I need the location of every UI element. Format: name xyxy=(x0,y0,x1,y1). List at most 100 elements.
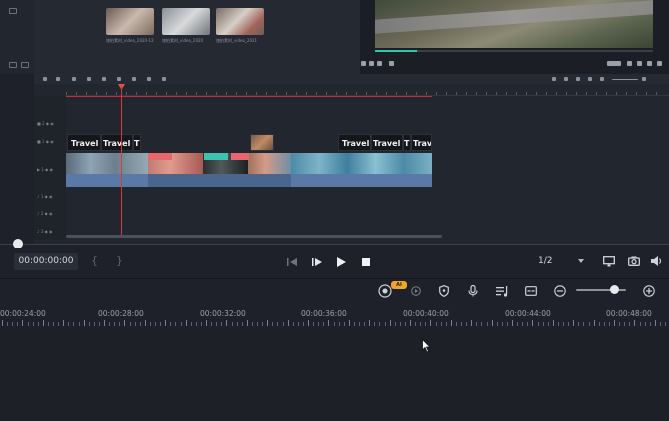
next-frame-icon[interactable] xyxy=(377,61,382,66)
delete-icon[interactable] xyxy=(72,77,76,81)
ruler-tick xyxy=(359,322,360,326)
display-button[interactable] xyxy=(602,254,616,268)
image-clip[interactable] xyxy=(250,134,274,151)
shield-button[interactable] xyxy=(437,284,451,298)
play-icon[interactable] xyxy=(369,61,374,66)
screen-icon[interactable] xyxy=(627,61,632,66)
mic-icon[interactable] xyxy=(576,77,580,81)
media-thumbnail[interactable] xyxy=(216,8,264,35)
ruler-tick xyxy=(374,322,376,326)
prev-frame-button[interactable] xyxy=(285,255,299,269)
timeline-scrollbar[interactable] xyxy=(66,235,442,238)
zoom-slider-knob[interactable] xyxy=(610,285,619,294)
video-clip[interactable] xyxy=(291,153,432,174)
media-thumbnail[interactable] xyxy=(106,8,154,35)
timeline-track-area[interactable] xyxy=(0,329,669,421)
mix-icon[interactable] xyxy=(588,77,592,81)
audio-mixer-button[interactable] xyxy=(495,284,509,298)
speed-icon[interactable] xyxy=(117,77,121,81)
stop-button[interactable] xyxy=(359,255,373,269)
ruler-tick xyxy=(416,92,417,95)
zoom-in-button[interactable] xyxy=(642,284,656,298)
ruler-tick xyxy=(606,92,607,95)
preview-quality-select[interactable]: 1/2 xyxy=(528,253,591,270)
caption-icon xyxy=(525,286,537,296)
ruler-tick xyxy=(566,92,567,95)
transition-marker[interactable] xyxy=(231,153,249,160)
ruler-tick xyxy=(466,322,468,326)
volume-button[interactable] xyxy=(650,254,664,268)
ruler-tick xyxy=(129,322,131,326)
undo-icon[interactable] xyxy=(43,77,47,81)
stop-icon[interactable] xyxy=(389,61,394,66)
subtitle-button[interactable] xyxy=(524,284,538,298)
render-icon[interactable] xyxy=(552,77,556,81)
fullscreen-icon[interactable] xyxy=(657,61,662,66)
track-label[interactable]: ♪ 2 ◆ ◉ xyxy=(37,211,52,216)
title-clip[interactable]: Travel xyxy=(101,134,133,151)
title-clip[interactable]: T xyxy=(133,134,141,151)
ruler-tick xyxy=(96,92,97,95)
title-clip-label: Travel xyxy=(103,139,131,148)
prev-frame-icon[interactable] xyxy=(361,61,366,66)
auto-play-button[interactable] xyxy=(409,284,423,298)
color-icon[interactable] xyxy=(132,77,136,81)
track-label[interactable]: ♪ 3 ◆ ◉ xyxy=(37,229,52,234)
audio-icon[interactable] xyxy=(147,77,151,81)
ruler-label: 00:00:36:00 xyxy=(301,309,347,318)
track-label[interactable]: ■ 2 ◆ ◉ xyxy=(37,121,54,126)
record-icon[interactable] xyxy=(162,77,166,81)
timecode-display[interactable]: 00:00:00:00 xyxy=(14,253,78,270)
zoom-out-button[interactable] xyxy=(553,284,567,298)
track-label[interactable]: ■ 1 ◆ ◉ xyxy=(37,139,54,144)
ruler-tick xyxy=(343,322,345,326)
snapshot-button[interactable] xyxy=(627,254,641,268)
ai-tool-button[interactable] xyxy=(378,284,392,298)
crop-icon[interactable] xyxy=(102,77,106,81)
volume-icon[interactable] xyxy=(647,61,652,66)
ruler-tick xyxy=(583,322,585,326)
preview-progress-bar[interactable] xyxy=(375,50,653,52)
marker-icon[interactable] xyxy=(564,77,568,81)
media-thumbnail[interactable] xyxy=(162,8,210,35)
zoom-in-icon[interactable] xyxy=(642,77,646,81)
folder-add-icon[interactable] xyxy=(9,62,17,68)
playhead[interactable] xyxy=(121,86,122,236)
mark-in-button[interactable]: { xyxy=(91,254,98,267)
title-clip[interactable]: Travel xyxy=(338,134,371,151)
ruler-tick xyxy=(267,320,269,326)
ratio-select[interactable] xyxy=(607,61,621,66)
ruler-tick xyxy=(455,322,457,326)
zoom-out-icon[interactable] xyxy=(600,77,604,81)
play-button[interactable] xyxy=(334,255,348,269)
play-slow-button[interactable] xyxy=(310,255,324,269)
folder-icon-2[interactable] xyxy=(21,62,29,68)
cut-icon[interactable] xyxy=(87,77,91,81)
transition-marker[interactable] xyxy=(204,153,228,160)
transition-marker[interactable] xyxy=(148,153,172,160)
ai-tool-icon xyxy=(378,284,392,298)
mark-out-button[interactable]: } xyxy=(116,254,123,267)
ruler-tick xyxy=(58,322,60,326)
track-label[interactable]: ▶ 1 ◆ ◉ xyxy=(37,167,53,172)
title-clip-label: Travel xyxy=(71,139,99,148)
title-clip[interactable]: Travel xyxy=(67,134,101,151)
snapshot-icon[interactable] xyxy=(637,61,642,66)
timeline-ruler[interactable] xyxy=(66,86,669,96)
player-scrubber[interactable] xyxy=(0,244,669,245)
ruler-tick xyxy=(379,322,381,326)
title-clip[interactable]: Travel xyxy=(371,134,403,151)
audio-clip[interactable] xyxy=(148,174,291,187)
ruler-tick xyxy=(399,322,401,326)
track-label[interactable]: ♪ 1 ◆ ◉ xyxy=(37,194,52,199)
redo-icon[interactable] xyxy=(56,77,60,81)
title-clip[interactable]: Trav xyxy=(411,134,432,151)
voiceover-button[interactable] xyxy=(466,284,480,298)
ruler-tick xyxy=(496,322,498,326)
video-clip[interactable] xyxy=(66,153,148,174)
video-clip[interactable] xyxy=(248,153,291,174)
title-clip[interactable]: T xyxy=(403,134,411,151)
ruler-tick xyxy=(104,320,105,326)
folder-icon[interactable] xyxy=(9,8,17,14)
mini-zoom-slider[interactable] xyxy=(612,79,638,80)
